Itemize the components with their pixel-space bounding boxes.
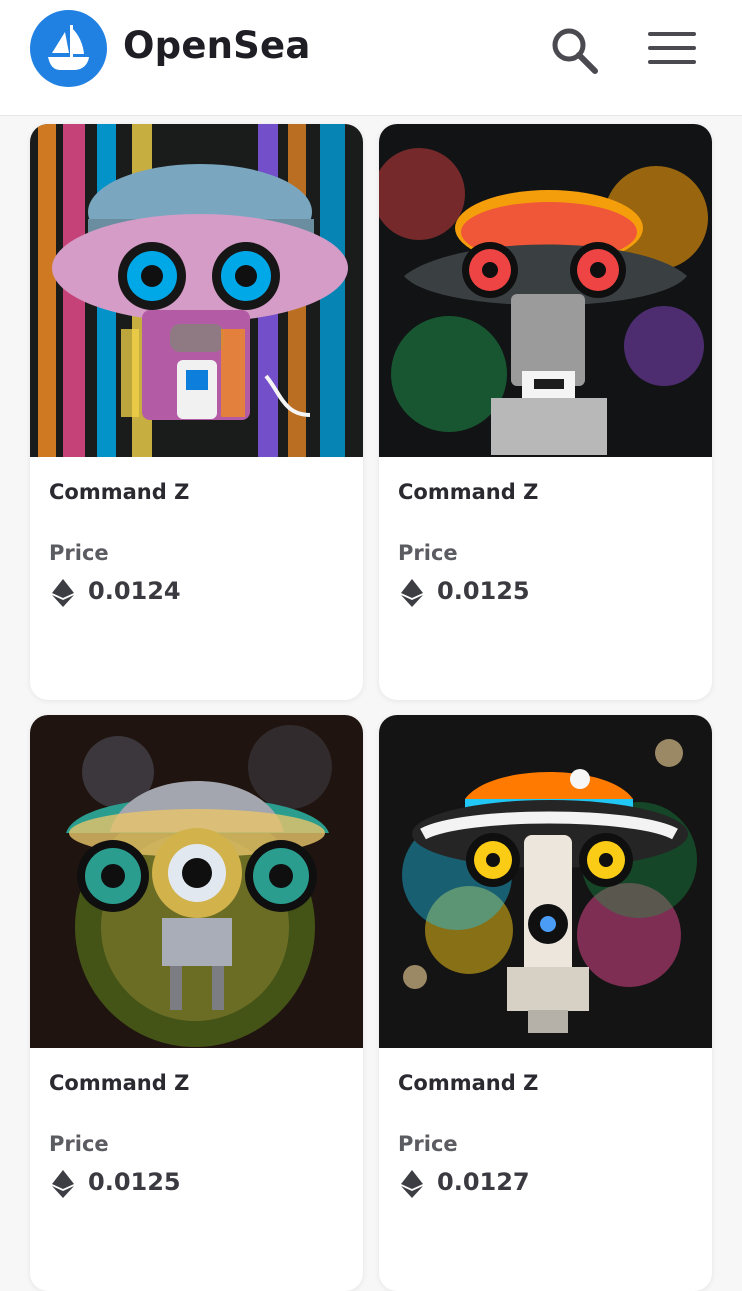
- price-value: 0.0125: [437, 577, 530, 605]
- search-button[interactable]: [548, 24, 600, 76]
- ethereum-icon: [401, 579, 423, 607]
- nft-artwork-image[interactable]: [379, 715, 712, 1048]
- nft-card[interactable]: Command Z Price 0.0127: [379, 715, 712, 1291]
- nft-card[interactable]: Command Z Price 0.0125: [30, 715, 363, 1291]
- ethereum-icon: [52, 579, 74, 607]
- brand-name: OpenSea: [123, 24, 311, 67]
- nft-title: Command Z: [49, 480, 190, 504]
- nft-title: Command Z: [49, 1071, 190, 1095]
- price-value: 0.0127: [437, 1168, 530, 1196]
- menu-button[interactable]: [646, 28, 700, 68]
- ethereum-icon: [401, 1170, 423, 1198]
- nft-artwork-image[interactable]: [379, 124, 712, 457]
- ethereum-icon: [52, 1170, 74, 1198]
- hamburger-menu-icon: [648, 32, 696, 64]
- price-label: Price: [49, 1132, 109, 1156]
- nft-artwork-image[interactable]: [30, 124, 363, 457]
- price-value: 0.0125: [88, 1168, 181, 1196]
- nft-card[interactable]: Command Z Price 0.0124: [30, 124, 363, 700]
- nft-card[interactable]: Command Z Price 0.0125: [379, 124, 712, 700]
- price-label: Price: [398, 541, 458, 565]
- price-label: Price: [49, 541, 109, 565]
- price-value: 0.0124: [88, 577, 181, 605]
- price-label: Price: [398, 1132, 458, 1156]
- nft-title: Command Z: [398, 480, 539, 504]
- opensea-logo-icon[interactable]: [30, 10, 107, 87]
- nft-title: Command Z: [398, 1071, 539, 1095]
- top-nav: OpenSea: [0, 0, 742, 116]
- search-icon: [552, 28, 598, 74]
- nft-artwork-image[interactable]: [30, 715, 363, 1048]
